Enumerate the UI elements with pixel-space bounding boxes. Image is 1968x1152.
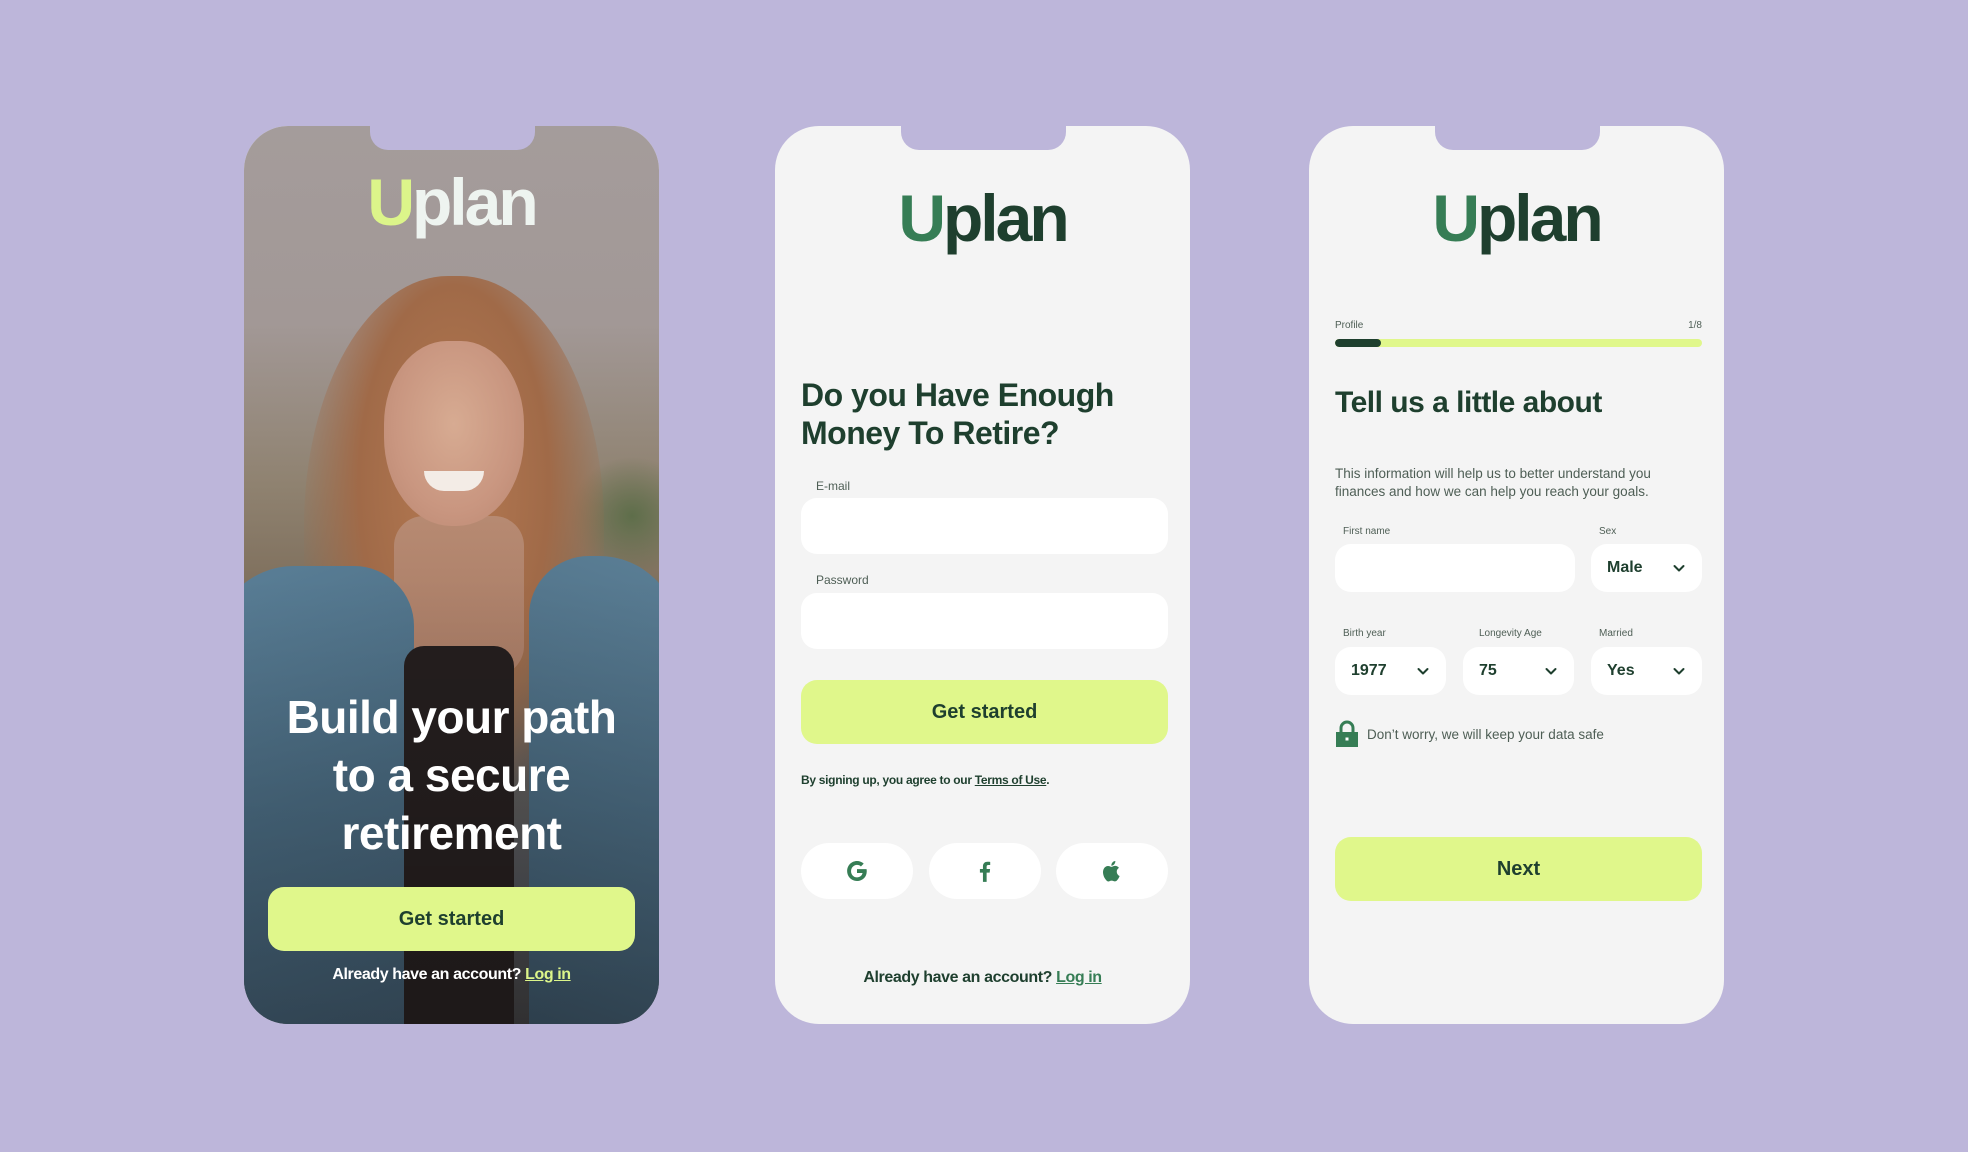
page-description: This information will help us to better … bbox=[1335, 466, 1651, 499]
phone-notch bbox=[369, 126, 535, 150]
data-safe-note: Don’t worry, we will keep your data safe bbox=[1335, 720, 1604, 748]
phone-notch bbox=[1434, 126, 1600, 150]
progress-bar-fill bbox=[1335, 339, 1381, 347]
profile-screen: Uplan Profile 1/8 Tell us a little about… bbox=[1309, 126, 1724, 1024]
lock-icon bbox=[1336, 720, 1358, 747]
married-select[interactable]: Yes bbox=[1591, 647, 1702, 695]
uplan-logo: Uplan bbox=[367, 165, 538, 239]
get-started-button[interactable]: Get started bbox=[801, 680, 1168, 744]
chevron-down-icon bbox=[1545, 668, 1557, 675]
chevron-down-icon bbox=[1673, 565, 1685, 572]
uplan-logo: Uplan bbox=[898, 181, 1069, 255]
facebook-login-button[interactable] bbox=[928, 843, 1041, 899]
get-started-button[interactable]: Get started bbox=[268, 887, 635, 951]
married-label: Married bbox=[1599, 628, 1633, 639]
progress-label: Profile bbox=[1335, 320, 1364, 331]
longevity-age-select[interactable]: 75 bbox=[1463, 647, 1574, 695]
google-login-button[interactable] bbox=[801, 843, 913, 899]
birth-year-value: 1977 bbox=[1351, 662, 1387, 679]
next-button[interactable]: Next bbox=[1335, 837, 1702, 901]
chevron-down-icon bbox=[1673, 668, 1685, 675]
signup-screen: Uplan Do you Have Enough Money To Retire… bbox=[775, 126, 1190, 1024]
facebook-icon bbox=[979, 861, 990, 882]
progress-count: 1/8 bbox=[1688, 320, 1702, 331]
sex-select[interactable]: Male bbox=[1591, 544, 1702, 592]
welcome-screen: Uplan Build your path to a secure retire… bbox=[244, 126, 659, 1024]
password-field[interactable] bbox=[801, 593, 1168, 649]
hero-title: Build your path to a secure retirement bbox=[286, 691, 617, 859]
uplan-logo: Uplan bbox=[1432, 181, 1603, 255]
birth-year-select[interactable]: 1977 bbox=[1335, 647, 1446, 695]
password-label: Password bbox=[816, 573, 869, 587]
longevity-age-label: Longevity Age bbox=[1479, 628, 1542, 639]
login-link[interactable]: Log in bbox=[1056, 969, 1102, 986]
longevity-age-value: 75 bbox=[1479, 662, 1497, 679]
terms-of-use-link[interactable]: Terms of Use bbox=[975, 773, 1047, 787]
phone-notch bbox=[900, 126, 1066, 150]
apple-login-button[interactable] bbox=[1056, 843, 1168, 899]
sex-value: Male bbox=[1607, 559, 1643, 576]
sex-label: Sex bbox=[1599, 526, 1617, 537]
first-name-label: First name bbox=[1343, 526, 1391, 537]
social-login-row bbox=[801, 843, 1168, 899]
chevron-down-icon bbox=[1417, 668, 1429, 675]
married-value: Yes bbox=[1607, 662, 1635, 679]
birth-year-label: Birth year bbox=[1343, 628, 1386, 639]
login-prompt: Already have an account? Log in bbox=[332, 966, 571, 983]
apple-icon bbox=[1103, 861, 1120, 882]
email-field[interactable] bbox=[801, 498, 1168, 554]
email-label: E-mail bbox=[816, 479, 851, 493]
terms-text: By signing up, you agree to our Terms of… bbox=[801, 773, 1050, 787]
progress-bar bbox=[1335, 339, 1702, 347]
login-prompt: Already have an account? Log in bbox=[863, 969, 1102, 986]
google-icon bbox=[847, 861, 867, 881]
first-name-field[interactable] bbox=[1335, 544, 1575, 592]
login-link[interactable]: Log in bbox=[525, 966, 571, 983]
page-title: Do you Have Enough Money To Retire? bbox=[801, 377, 1114, 451]
page-title: Tell us a little about bbox=[1335, 386, 1602, 419]
